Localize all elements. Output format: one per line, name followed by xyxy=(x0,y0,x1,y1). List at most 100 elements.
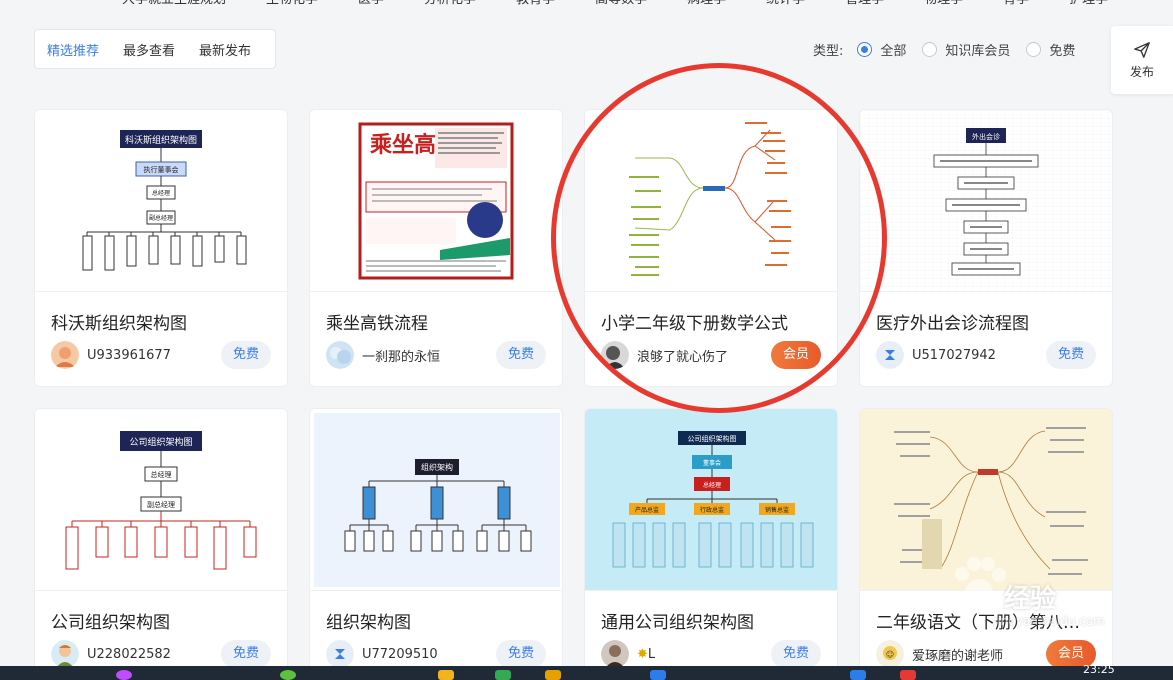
card-title[interactable]: 通用公司组织架构图 xyxy=(585,608,837,633)
card-title[interactable]: 医疗外出会诊流程图 xyxy=(860,309,1112,334)
category-item[interactable]: 大学就业生涯规划 xyxy=(122,0,226,10)
member-badge: 会员 xyxy=(770,341,821,369)
card-footer: U517027942 免费 xyxy=(876,340,1096,370)
price-badge: 免费 xyxy=(220,341,271,369)
svg-text:组织架构: 组织架构 xyxy=(421,462,453,472)
card-thumbnail xyxy=(585,110,837,292)
radio-checked-icon[interactable] xyxy=(857,41,873,57)
author-name[interactable]: U77209510 xyxy=(362,647,496,662)
svg-text:行政总监: 行政总监 xyxy=(700,506,724,514)
type-option-label: 全部 xyxy=(880,43,907,59)
template-card[interactable]: 公司组织架构图 董事会 总经理 产品总监 行政总监 销售总监 通用公司组织架构图… xyxy=(584,408,838,680)
sparkle-icon: ✸ xyxy=(637,646,648,662)
publish-button[interactable]: 发布 xyxy=(1111,26,1173,94)
avatar[interactable] xyxy=(601,341,629,369)
author-name[interactable]: U228022582 xyxy=(87,647,221,662)
card-title[interactable]: 二年级语文（下册）第八… xyxy=(860,608,1112,633)
card-footer: ✸L 免费 xyxy=(601,639,821,669)
card-thumbnail: 科沃斯组织架构图 执行董事会 总经理 副总经理 xyxy=(35,110,287,292)
svg-text:董事会: 董事会 xyxy=(703,459,721,467)
category-item[interactable]: 分析化学 xyxy=(424,0,476,10)
tab-latest[interactable]: 最新发布 xyxy=(199,40,251,59)
svg-text:总经理: 总经理 xyxy=(152,189,170,197)
app-icon[interactable] xyxy=(438,670,454,680)
card-thumbnail: 公司组织架构图 总经理 副总经理 xyxy=(35,409,287,591)
publish-label: 发布 xyxy=(1129,64,1154,79)
category-item[interactable]: 护理学 xyxy=(1069,0,1108,10)
price-badge: 免费 xyxy=(770,640,821,668)
svg-text:产品总监: 产品总监 xyxy=(635,506,659,514)
radio-icon[interactable] xyxy=(922,41,938,57)
app-icon[interactable] xyxy=(495,670,511,680)
category-item[interactable]: 管理学 xyxy=(845,0,884,10)
svg-text:科沃斯组织架构图: 科沃斯组织架构图 xyxy=(125,134,197,146)
card-thumbnail: 组织架构 xyxy=(310,409,562,591)
template-card[interactable]: 乘坐高铁流程 乘坐高铁流程 一刹那的永恒 免费 xyxy=(309,109,563,387)
card-footer: 浪够了就心伤了 会员 xyxy=(601,340,821,370)
type-option-all[interactable]: 全部 xyxy=(857,40,906,59)
card-thumbnail: 外出会诊 xyxy=(860,110,1112,292)
card-title[interactable]: 科沃斯组织架构图 xyxy=(35,309,287,334)
template-card[interactable]: 小学二年级下册数学公式 浪够了就心伤了 会员 xyxy=(584,109,838,387)
category-item[interactable]: 病理学 xyxy=(687,0,726,10)
type-option-member[interactable]: 知识库会员 xyxy=(922,40,1010,59)
category-item[interactable]: 高等数学 xyxy=(595,0,647,10)
svg-text:☺: ☺ xyxy=(886,650,894,659)
app-icon[interactable] xyxy=(545,670,561,680)
category-item[interactable]: 医学 xyxy=(358,0,384,10)
author-name[interactable]: 浪够了就心伤了 xyxy=(637,346,771,365)
template-card[interactable]: 组织架构 组织架构图 U77209510 免费 xyxy=(309,408,563,680)
template-card[interactable]: 公司组织架构图 总经理 副总经理 公司组织架构图 U228022582 免费 xyxy=(34,408,288,680)
template-grid: 科沃斯组织架构图 执行董事会 总经理 副总经理 科沃斯组织架构图 U933961… xyxy=(34,109,1113,680)
svg-text:副总经理: 副总经理 xyxy=(147,500,175,509)
author-name[interactable]: 一刹那的永恒 xyxy=(362,346,496,365)
svg-text:外出会诊: 外出会诊 xyxy=(972,132,1000,141)
app-icon[interactable] xyxy=(900,670,916,680)
template-card[interactable]: 科沃斯组织架构图 执行董事会 总经理 副总经理 科沃斯组织架构图 U933961… xyxy=(34,109,288,387)
category-item[interactable]: 生物化学 xyxy=(266,0,318,10)
card-footer: U77209510 免费 xyxy=(326,639,546,669)
card-title[interactable]: 小学二年级下册数学公式 xyxy=(585,309,837,334)
type-option-label: 免费 xyxy=(1049,43,1076,59)
card-title[interactable]: 组织架构图 xyxy=(310,608,562,633)
tab-featured[interactable]: 精选推荐 xyxy=(47,40,99,59)
avatar[interactable] xyxy=(876,341,904,369)
type-option-label: 知识库会员 xyxy=(945,43,1011,59)
category-item[interactable]: 教育学 xyxy=(516,0,555,10)
card-title[interactable]: 乘坐高铁流程 xyxy=(310,309,562,334)
card-footer: U933961677 免费 xyxy=(51,340,271,370)
svg-text:副总经理: 副总经理 xyxy=(149,214,173,222)
avatar[interactable] xyxy=(51,341,79,369)
app-icon[interactable] xyxy=(850,670,866,680)
template-card[interactable]: 外出会诊 医疗外出会诊流程图 U517027942 免费 xyxy=(859,109,1113,387)
author-name-text: L xyxy=(647,646,656,662)
type-option-free[interactable]: 免费 xyxy=(1026,40,1075,59)
card-thumbnail: 公司组织架构图 董事会 总经理 产品总监 行政总监 销售总监 xyxy=(585,409,837,591)
avatar[interactable]: ☺ xyxy=(876,640,904,668)
card-title[interactable]: 公司组织架构图 xyxy=(35,608,287,633)
svg-text:总经理: 总经理 xyxy=(151,470,172,479)
template-card[interactable]: 二年级语文（下册）第八… ☺ 爱琢磨的谢老师 会员 xyxy=(859,408,1113,680)
author-name[interactable]: ✸L xyxy=(637,647,771,662)
category-bar: 大学就业生涯规划 生物化学 医学 分析化学 教育学 高等数学 病理学 统计学 管… xyxy=(0,0,1173,10)
avatar[interactable] xyxy=(51,640,79,668)
category-item[interactable]: 物理学 xyxy=(924,0,963,10)
app-icon[interactable] xyxy=(116,670,132,680)
category-item[interactable]: 统计学 xyxy=(766,0,805,10)
avatar[interactable] xyxy=(326,640,354,668)
card-thumbnail: 乘坐高铁流程 xyxy=(310,110,562,292)
taskbar-clock[interactable]: 23:25 xyxy=(1083,663,1115,676)
category-item[interactable]: 育学 xyxy=(1003,0,1029,10)
tab-most-viewed[interactable]: 最多查看 xyxy=(123,40,175,59)
sort-tabs: 精选推荐 最多查看 最新发布 xyxy=(34,29,276,69)
radio-icon[interactable] xyxy=(1026,41,1042,57)
app-icon[interactable] xyxy=(650,670,666,680)
avatar[interactable] xyxy=(326,341,354,369)
avatar[interactable] xyxy=(601,640,629,668)
author-name[interactable]: 爱琢磨的谢老师 xyxy=(912,645,1046,664)
app-icon[interactable] xyxy=(280,670,296,680)
author-name[interactable]: U517027942 xyxy=(912,348,1046,363)
type-filter-label: 类型: xyxy=(813,43,844,59)
author-name[interactable]: U933961677 xyxy=(87,348,221,363)
price-badge: 免费 xyxy=(495,341,546,369)
